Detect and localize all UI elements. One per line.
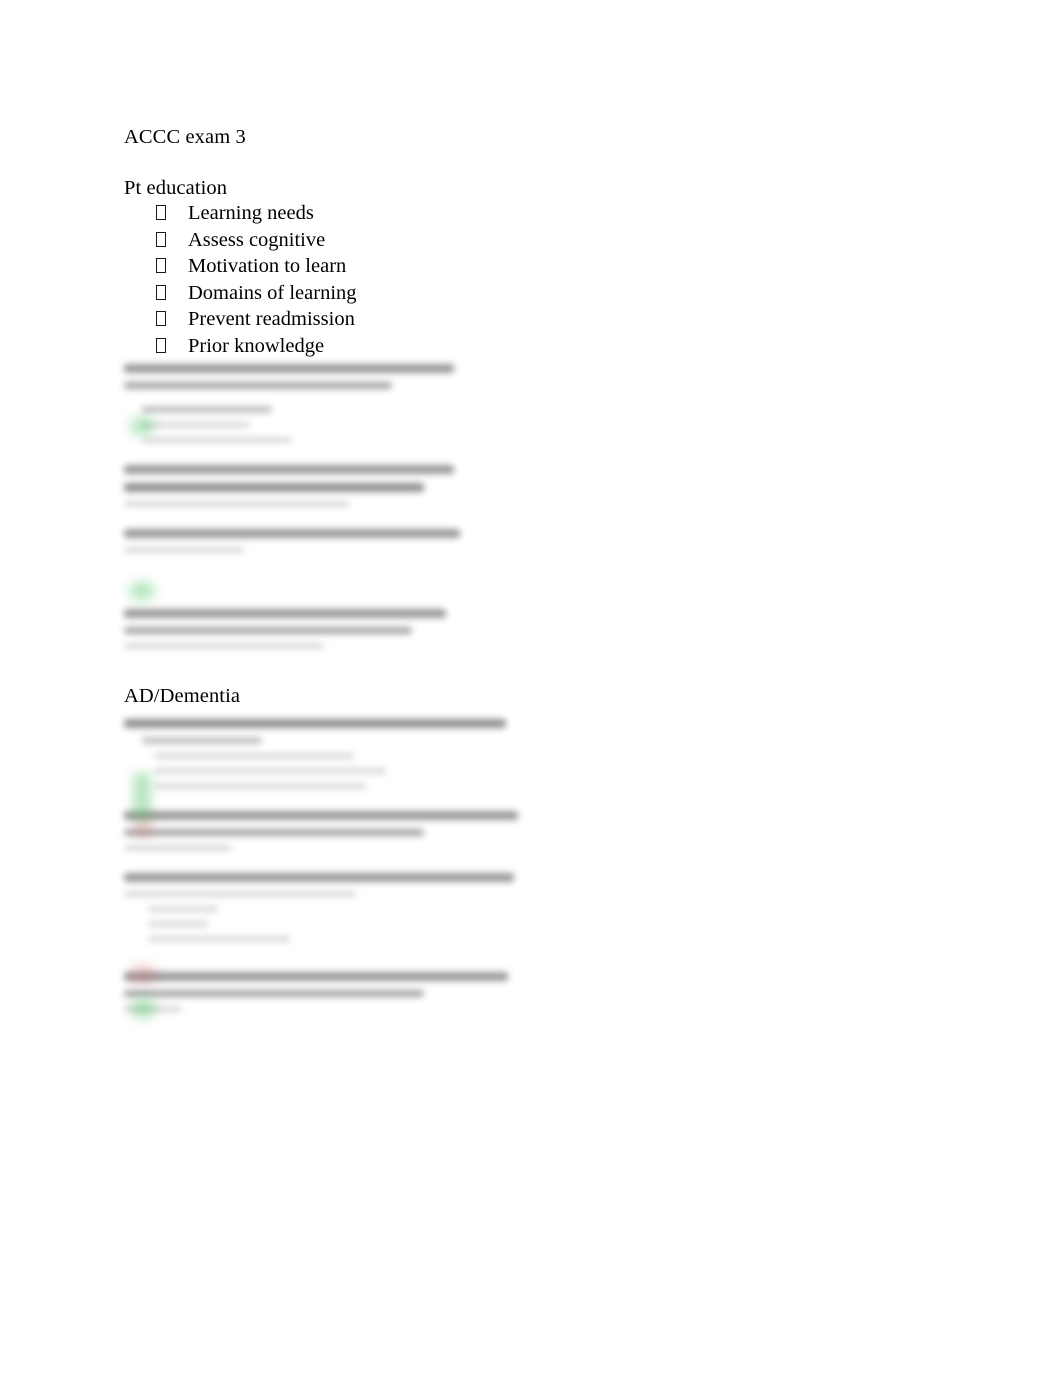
title-spacer <box>124 150 944 175</box>
list-item: Motivation to learn <box>124 254 944 281</box>
section-heading-pt-education: Pt education <box>124 177 228 199</box>
redacted-text-block <box>124 811 944 851</box>
bullet-icon <box>156 308 188 334</box>
list-item: Prevent readmission <box>124 307 944 334</box>
bullet-icon <box>156 202 188 228</box>
list-item-label: Assess cognitive <box>188 228 326 251</box>
redacted-text-block <box>124 972 944 1012</box>
list-item-label: Prior knowledge <box>188 334 325 357</box>
highlight-mark-pink-bar <box>133 818 153 838</box>
list-item: Learning needs <box>124 201 944 228</box>
highlight-mark-pink <box>130 965 156 984</box>
section-heading-ad-dementia: AD/Dementia <box>124 685 241 707</box>
highlight-mark-green-bar <box>133 772 151 822</box>
redacted-text-block <box>124 465 944 507</box>
list-item-label: Motivation to learn <box>188 255 347 277</box>
list-item: Assess cognitive <box>124 228 944 255</box>
redacted-text-block <box>124 529 944 553</box>
redacted-text-block <box>124 364 944 443</box>
bullet-icon <box>156 335 188 361</box>
highlight-mark-green <box>130 417 154 435</box>
document-page: ACCC exam 3 Pt education Learning needs … <box>0 0 1062 1377</box>
redacted-text-block <box>124 609 944 649</box>
redacted-text-block <box>124 719 944 789</box>
pt-education-bullet-list: Learning needs Assess cognitive Motivati… <box>124 201 944 360</box>
highlight-mark-green <box>129 582 155 600</box>
list-item-label: Domains of learning <box>188 281 357 304</box>
redacted-text-block <box>124 873 944 942</box>
bullet-icon <box>156 282 188 308</box>
bullet-icon <box>156 255 188 281</box>
list-item: Domains of learning <box>124 281 944 308</box>
highlight-mark-green <box>130 999 156 1018</box>
list-item-label: Prevent readmission <box>188 308 355 330</box>
document-body: ACCC exam 3 Pt education Learning needs … <box>124 124 944 1021</box>
bullet-icon <box>156 229 188 255</box>
page-title: ACCC exam 3 <box>124 126 246 148</box>
list-item: Prior knowledge <box>124 334 944 361</box>
list-item-label: Learning needs <box>188 202 314 224</box>
